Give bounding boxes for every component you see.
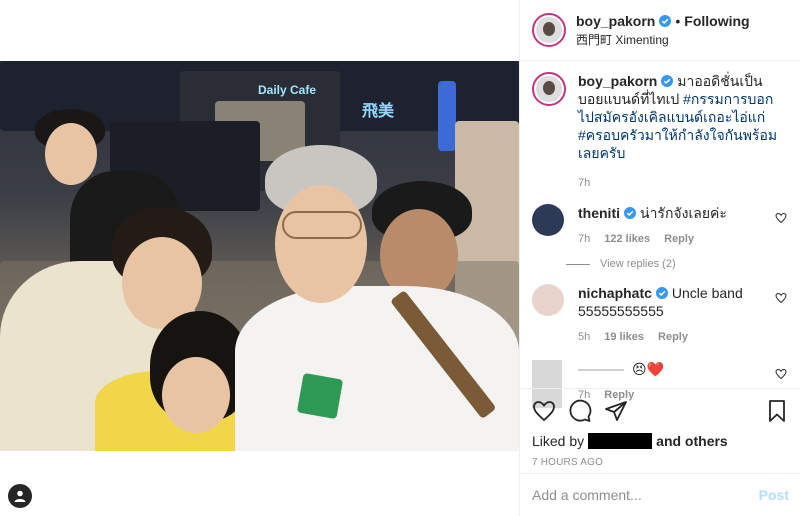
comment-time: 7h [578, 233, 591, 245]
person-face [45, 123, 97, 185]
caption-username[interactable]: boy_pakorn [578, 73, 657, 89]
add-comment-bar: Post [520, 473, 800, 516]
liked-by-prefix: Liked by [532, 433, 585, 449]
reply-button[interactable]: Reply [658, 328, 688, 346]
hoodie-logo [296, 372, 344, 420]
hashtag-link[interactable]: #ครอบครัวมาให้กำลังใจกันพร้อมเลยครับ [578, 127, 777, 161]
following-button[interactable]: Following [684, 13, 749, 29]
verified-icon [661, 75, 674, 87]
verified-icon [659, 14, 672, 27]
comment-icon[interactable] [568, 399, 592, 423]
liked-by: Liked by and others [532, 433, 789, 449]
comment-likes[interactable]: 122 likes [604, 230, 650, 248]
post-actions: Liked by and others 7 HOURS AGO [520, 388, 800, 468]
post-photo[interactable]: Daily Cafe 飛美 [0, 61, 519, 451]
author-avatar[interactable] [532, 13, 566, 47]
view-replies-line [566, 263, 590, 265]
person-face [162, 357, 230, 433]
post-timestamp[interactable]: 7 HOURS AGO [532, 457, 789, 468]
comments-list: boy_pakorn มาออดิชั่นเป็นบอยแบนด์ที่ไทเป… [520, 72, 800, 408]
caption: boy_pakorn มาออดิชั่นเป็นบอยแบนด์ที่ไทเป… [520, 72, 800, 192]
redacted-liker [588, 433, 653, 449]
comment-text: 😣❤️ [632, 361, 665, 377]
heart-icon[interactable] [775, 292, 787, 304]
comment-item: nichaphatc Uncle band 55555555555 5h 19 l… [520, 284, 800, 346]
reply-button[interactable]: Reply [664, 230, 694, 248]
post-header: boy_pakorn • Following 西門町 Ximenting [520, 0, 800, 61]
caption-time: 7h [578, 177, 591, 189]
comment-likes[interactable]: 19 likes [604, 328, 644, 346]
author-username[interactable]: boy_pakorn [576, 13, 655, 29]
sign-feimei: 飛美 [362, 103, 395, 120]
post-location[interactable]: 西門町 Ximenting [576, 31, 750, 48]
photo-pane: Daily Cafe 飛美 [0, 0, 519, 516]
liked-by-others[interactable]: and others [656, 433, 728, 449]
post-sidebar: boy_pakorn • Following 西門町 Ximenting boy… [519, 0, 800, 516]
comment-time: 5h [578, 331, 591, 343]
heart-icon[interactable] [775, 212, 787, 224]
user-icon [14, 490, 26, 502]
comment-username[interactable]: nichaphatc [578, 285, 652, 301]
verified-icon [655, 287, 668, 299]
commenter-avatar[interactable] [532, 284, 564, 316]
person-body [235, 286, 519, 451]
comment-username[interactable]: theniti [578, 205, 620, 221]
sign-daily-cafe: Daily Cafe [258, 83, 317, 97]
save-icon[interactable] [765, 399, 789, 423]
redacted-username [578, 369, 624, 372]
view-replies-label: View replies (2) [600, 258, 676, 270]
comment-item: theniti น่ารักจังเลยค่ะ 7h 122 likes Repl… [520, 204, 800, 248]
user-tag-button[interactable] [8, 484, 32, 508]
comment-text: น่ารักจังเลยค่ะ [640, 205, 727, 221]
verified-icon [624, 207, 636, 219]
commenter-avatar[interactable] [532, 204, 564, 236]
post-button[interactable]: Post [759, 487, 789, 503]
heart-icon[interactable] [532, 399, 556, 423]
comment-input[interactable] [532, 487, 759, 503]
share-icon[interactable] [604, 399, 628, 423]
vertical-sign [438, 81, 456, 151]
caption-avatar[interactable] [532, 72, 566, 106]
view-replies-button[interactable]: View replies (2) [566, 258, 800, 270]
person-face [275, 185, 367, 303]
glasses [282, 211, 362, 239]
heart-icon[interactable] [775, 368, 787, 380]
header-separator: • [675, 12, 681, 29]
